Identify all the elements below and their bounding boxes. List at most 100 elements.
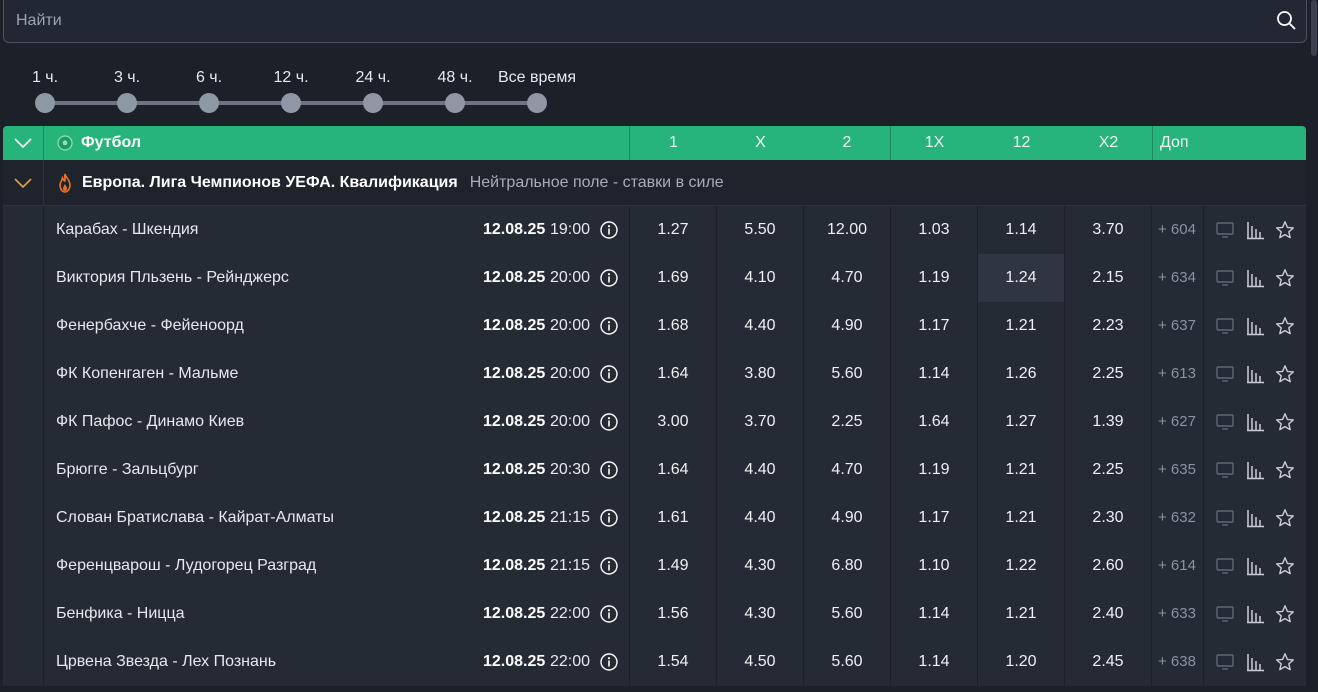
sport-collapse-toggle[interactable]: [3, 126, 44, 160]
stats-icon[interactable]: [1245, 508, 1265, 528]
odd-1x[interactable]: 1.19: [891, 445, 978, 494]
star-icon[interactable]: [1275, 412, 1295, 432]
odd-1[interactable]: 1.49: [630, 541, 717, 590]
tv-icon[interactable]: [1215, 364, 1235, 384]
odd-1[interactable]: 1.61: [630, 493, 717, 542]
stats-icon[interactable]: [1245, 556, 1265, 576]
search-icon[interactable]: [1276, 10, 1296, 30]
info-icon[interactable]: [600, 556, 618, 575]
stats-icon[interactable]: [1245, 364, 1265, 384]
odd-x2[interactable]: 2.45: [1065, 637, 1152, 686]
odd-x2[interactable]: 2.15: [1065, 253, 1152, 302]
info-icon[interactable]: [600, 316, 618, 335]
odd-x2[interactable]: 2.60: [1065, 541, 1152, 590]
odd-1[interactable]: 1.56: [630, 589, 717, 638]
tv-icon[interactable]: [1215, 652, 1235, 672]
star-icon[interactable]: [1275, 508, 1295, 528]
more-markets-link[interactable]: + 614: [1152, 541, 1204, 590]
tv-icon[interactable]: [1215, 460, 1235, 480]
odd-2[interactable]: 5.60: [804, 637, 891, 686]
odd-x2[interactable]: 2.40: [1065, 589, 1152, 638]
stats-icon[interactable]: [1245, 412, 1265, 432]
scrollbar[interactable]: [1309, 0, 1318, 692]
odd-12[interactable]: 1.21: [978, 445, 1065, 494]
odd-1x[interactable]: 1.64: [891, 397, 978, 446]
odd-1x[interactable]: 1.14: [891, 589, 978, 638]
match-row[interactable]: Карабах - Шкендия 12.08.25 19:00 1.27 5.50 12…: [3, 205, 1306, 254]
match-teams[interactable]: Фенербахче - Фейеноорд: [56, 317, 244, 335]
odd-1x[interactable]: 1.17: [891, 493, 978, 542]
stats-icon[interactable]: [1245, 268, 1265, 288]
match-teams[interactable]: Ференцварош - Лудогорец Разград: [56, 557, 316, 575]
info-icon[interactable]: [600, 268, 618, 287]
info-icon[interactable]: [600, 508, 618, 527]
star-icon[interactable]: [1275, 556, 1295, 576]
odd-x2[interactable]: 2.25: [1065, 349, 1152, 398]
odd-12[interactable]: 1.14: [978, 205, 1065, 254]
info-icon[interactable]: [600, 460, 618, 479]
odd-1[interactable]: 3.00: [630, 397, 717, 446]
odd-2[interactable]: 4.70: [804, 445, 891, 494]
odd-2[interactable]: 4.70: [804, 253, 891, 302]
stats-icon[interactable]: [1245, 460, 1265, 480]
odd-x[interactable]: 4.40: [717, 445, 804, 494]
odd-x[interactable]: 3.80: [717, 349, 804, 398]
scrollbar-thumb[interactable]: [1311, 0, 1317, 56]
odd-1x[interactable]: 1.17: [891, 301, 978, 350]
star-icon[interactable]: [1275, 460, 1295, 480]
match-teams[interactable]: Бенфика - Ницца: [56, 605, 185, 623]
odd-12[interactable]: 1.22: [978, 541, 1065, 590]
odd-12[interactable]: 1.21: [978, 301, 1065, 350]
star-icon[interactable]: [1275, 364, 1295, 384]
odd-x[interactable]: 4.30: [717, 589, 804, 638]
match-teams[interactable]: Слован Братислава - Кайрат-Алматы: [56, 509, 334, 527]
stats-icon[interactable]: [1245, 604, 1265, 624]
time-filter-dot-24h[interactable]: [363, 93, 383, 113]
info-icon[interactable]: [600, 412, 618, 431]
stats-icon[interactable]: [1245, 316, 1265, 336]
more-markets-link[interactable]: + 633: [1152, 589, 1204, 638]
match-row[interactable]: Ференцварош - Лудогорец Разград 12.08.25 2…: [3, 541, 1306, 590]
odd-1[interactable]: 1.27: [630, 205, 717, 254]
match-row[interactable]: ФК Пафос - Динамо Киев 12.08.25 20:00 3.00 3…: [3, 397, 1306, 446]
more-markets-link[interactable]: + 627: [1152, 397, 1204, 446]
odd-1x[interactable]: 1.19: [891, 253, 978, 302]
odd-x2[interactable]: 2.30: [1065, 493, 1152, 542]
odd-1[interactable]: 1.64: [630, 349, 717, 398]
odd-12[interactable]: 1.21: [978, 589, 1065, 638]
time-filter-dot-all[interactable]: [527, 93, 547, 113]
time-filter-dot-48h[interactable]: [445, 93, 465, 113]
match-teams[interactable]: Карабах - Шкендия: [56, 221, 198, 239]
odd-x[interactable]: 4.40: [717, 301, 804, 350]
more-markets-link[interactable]: + 638: [1152, 637, 1204, 686]
odd-x[interactable]: 5.50: [717, 205, 804, 254]
odd-x[interactable]: 4.40: [717, 493, 804, 542]
match-row[interactable]: Брюгге - Зальцбург 12.08.25 20:30 1.64 4.40 4…: [3, 445, 1306, 494]
tv-icon[interactable]: [1215, 604, 1235, 624]
stats-icon[interactable]: [1245, 652, 1265, 672]
star-icon[interactable]: [1275, 652, 1295, 672]
odd-2[interactable]: 4.90: [804, 301, 891, 350]
time-filter-dot-3h[interactable]: [117, 93, 137, 113]
odd-x2[interactable]: 2.23: [1065, 301, 1152, 350]
more-markets-link[interactable]: + 613: [1152, 349, 1204, 398]
league-name[interactable]: Европа. Лига Чемпионов УЕФА. Квалификаци…: [82, 174, 458, 192]
more-markets-link[interactable]: + 632: [1152, 493, 1204, 542]
odd-12[interactable]: 1.26: [978, 349, 1065, 398]
match-row[interactable]: Бенфика - Ницца 12.08.25 22:00 1.56 4.30 5.60…: [3, 589, 1306, 638]
odd-x2[interactable]: 3.70: [1065, 205, 1152, 254]
odd-x[interactable]: 4.30: [717, 541, 804, 590]
odd-1[interactable]: 1.64: [630, 445, 717, 494]
odd-12[interactable]: 1.24: [978, 253, 1065, 302]
odd-1[interactable]: 1.69: [630, 253, 717, 302]
odd-2[interactable]: 5.60: [804, 589, 891, 638]
info-icon[interactable]: [600, 220, 618, 239]
match-teams[interactable]: Брюгге - Зальцбург: [56, 461, 199, 479]
odd-1[interactable]: 1.54: [630, 637, 717, 686]
match-teams[interactable]: Црвена Звезда - Лех Познань: [56, 653, 276, 671]
odd-1x[interactable]: 1.10: [891, 541, 978, 590]
match-row[interactable]: Црвена Звезда - Лех Познань 12.08.25 22:00…: [3, 637, 1306, 686]
odd-1x[interactable]: 1.14: [891, 637, 978, 686]
odd-x2[interactable]: 2.25: [1065, 445, 1152, 494]
tv-icon[interactable]: [1215, 220, 1235, 240]
